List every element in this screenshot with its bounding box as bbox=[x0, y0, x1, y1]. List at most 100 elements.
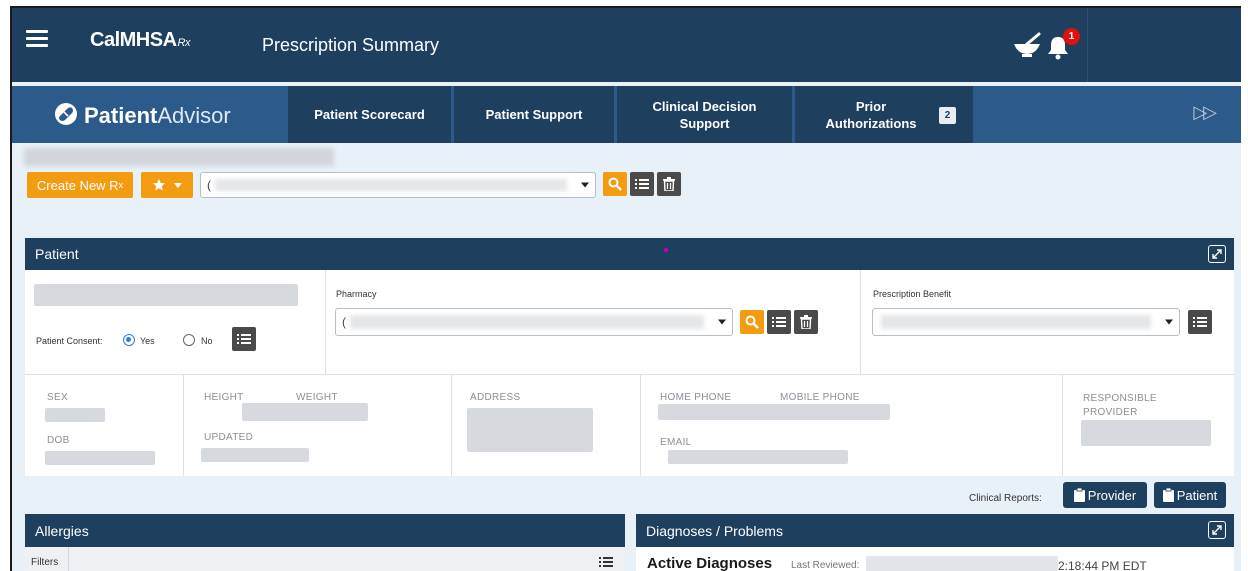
consent-list-button[interactable] bbox=[232, 327, 256, 351]
tab-patient-scorecard[interactable]: Patient Scorecard bbox=[288, 86, 451, 143]
redacted-patient-info bbox=[34, 284, 298, 306]
star-icon bbox=[153, 179, 165, 191]
search-icon bbox=[745, 315, 759, 329]
tab-prior-authorizations-label: Prior Authorizations bbox=[825, 98, 917, 131]
tab-clinical-decision-support[interactable]: Clinical Decision Support bbox=[617, 86, 792, 143]
expand-patient-panel-icon[interactable] bbox=[1208, 245, 1226, 263]
divider bbox=[325, 270, 326, 374]
list-prescription-button[interactable] bbox=[630, 172, 654, 196]
page-title: Prescription Summary bbox=[262, 35, 440, 55]
pharmacy-select[interactable]: ( bbox=[335, 308, 733, 336]
search-prescription-button[interactable] bbox=[603, 172, 627, 196]
caret-down-icon bbox=[174, 182, 182, 188]
consent-yes-radio[interactable] bbox=[123, 334, 135, 346]
provider-report-button[interactable]: Provider bbox=[1063, 482, 1147, 508]
patient-panel-body: Patient Consent: Yes No Pharmacy ( Presc… bbox=[25, 270, 1234, 476]
delete-prescription-button[interactable] bbox=[657, 172, 681, 196]
prior-auth-count-badge: 2 bbox=[939, 107, 956, 124]
divider bbox=[1062, 374, 1063, 476]
list-icon[interactable] bbox=[599, 556, 613, 568]
notification-badge: 1 bbox=[1063, 28, 1080, 45]
redacted-updated bbox=[201, 448, 309, 462]
brand-logo[interactable]: CalMHSARx bbox=[90, 29, 190, 52]
provider-report-label: Provider bbox=[1087, 487, 1137, 503]
consent-label: Patient Consent: bbox=[36, 336, 103, 346]
favorites-dropdown-button[interactable] bbox=[141, 172, 193, 198]
updated-label: UPDATED bbox=[204, 432, 254, 443]
redacted-prescription bbox=[215, 179, 567, 191]
responsible-provider-label: RESPONSIBLE PROVIDER bbox=[1083, 393, 1157, 418]
redacted-sex bbox=[45, 408, 105, 422]
brand-name: CalMHSA bbox=[90, 29, 177, 51]
list-icon bbox=[772, 317, 786, 327]
tab-patient-support[interactable]: Patient Support bbox=[454, 86, 614, 143]
trash-icon bbox=[800, 315, 812, 329]
trash-icon bbox=[663, 177, 675, 191]
patient-advisor-logo[interactable]: PatientAdvisor bbox=[54, 102, 231, 129]
chevron-down-icon bbox=[718, 319, 726, 325]
patient-report-button[interactable]: Patient bbox=[1154, 482, 1226, 508]
redacted-height-weight bbox=[242, 403, 368, 421]
divider bbox=[25, 374, 1234, 375]
top-bar: CalMHSARx Prescription Summary 1 bbox=[12, 8, 1241, 82]
allergies-filter-bar: Filters bbox=[25, 547, 625, 571]
redacted-dob bbox=[45, 451, 155, 465]
create-new-rx-label: Create New R bbox=[36, 177, 119, 193]
sex-label: SEX bbox=[47, 392, 68, 403]
redacted-patient-name bbox=[24, 148, 334, 166]
brand-suffix: Rx bbox=[177, 37, 191, 49]
consent-no-label: No bbox=[201, 336, 213, 346]
search-icon bbox=[608, 177, 622, 191]
patient-report-label: Patient bbox=[1176, 487, 1218, 503]
divider bbox=[860, 270, 861, 374]
allergies-panel-title: Allergies bbox=[35, 522, 89, 539]
benefit-label: Prescription Benefit bbox=[873, 289, 952, 299]
redacted-last-reviewed-date bbox=[866, 556, 1058, 571]
pill-icon bbox=[55, 103, 77, 125]
diagnoses-panel-header: Diagnoses / Problems bbox=[636, 514, 1234, 547]
expand-diagnoses-panel-icon[interactable] bbox=[1208, 521, 1226, 539]
height-label: HEIGHT bbox=[204, 392, 244, 403]
list-benefit-button[interactable] bbox=[1188, 310, 1212, 334]
pharmacy-label: Pharmacy bbox=[336, 289, 377, 299]
mortar-pestle-icon[interactable] bbox=[1012, 30, 1042, 60]
create-new-rx-sub: x bbox=[118, 180, 124, 190]
clipboard-icon bbox=[1162, 488, 1174, 502]
redacted-pharmacy bbox=[350, 315, 704, 329]
active-diagnoses-heading: Active Diagnoses bbox=[647, 555, 773, 571]
redacted-benefit bbox=[881, 315, 1151, 329]
benefit-select[interactable] bbox=[872, 308, 1180, 336]
redacted-address bbox=[467, 408, 593, 452]
delete-pharmacy-button[interactable] bbox=[794, 310, 818, 334]
email-label: EMAIL bbox=[660, 437, 692, 448]
mobile-phone-label: MOBILE PHONE bbox=[780, 392, 860, 403]
address-label: ADDRESS bbox=[470, 392, 521, 403]
chevron-down-icon bbox=[581, 182, 589, 188]
patient-panel-title: Patient bbox=[35, 246, 79, 262]
diagnoses-panel-body: Active Diagnoses Last Reviewed: 2:18:44 … bbox=[636, 547, 1234, 571]
chevron-right-double-icon[interactable]: ▷▷ bbox=[1193, 102, 1217, 123]
cursor-dot bbox=[664, 248, 668, 252]
hamburger-menu-icon[interactable] bbox=[26, 30, 48, 48]
clinical-reports-label: Clinical Reports: bbox=[969, 493, 1042, 504]
logo-light-text: Advisor bbox=[157, 103, 231, 128]
logo-bold-text: Patient bbox=[84, 103, 158, 128]
redacted-email bbox=[668, 450, 848, 464]
list-pharmacy-button[interactable] bbox=[767, 310, 791, 334]
list-icon bbox=[237, 334, 251, 344]
topbar-divider bbox=[1087, 8, 1088, 82]
divider bbox=[183, 374, 184, 476]
home-phone-label: HOME PHONE bbox=[660, 392, 732, 403]
create-new-rx-button[interactable]: Create New Rx bbox=[27, 172, 133, 198]
prescription-select[interactable]: ( bbox=[200, 172, 596, 198]
list-icon bbox=[635, 179, 649, 189]
search-pharmacy-button[interactable] bbox=[740, 310, 764, 334]
divider bbox=[451, 374, 452, 476]
filters-label[interactable]: Filters bbox=[31, 557, 58, 568]
diagnoses-panel-title: Diagnoses / Problems bbox=[646, 522, 783, 539]
consent-yes-label: Yes bbox=[140, 336, 155, 346]
pharmacy-select-value: ( bbox=[342, 315, 346, 329]
divider bbox=[640, 374, 641, 476]
consent-no-radio[interactable] bbox=[183, 334, 195, 346]
divider bbox=[68, 547, 69, 571]
